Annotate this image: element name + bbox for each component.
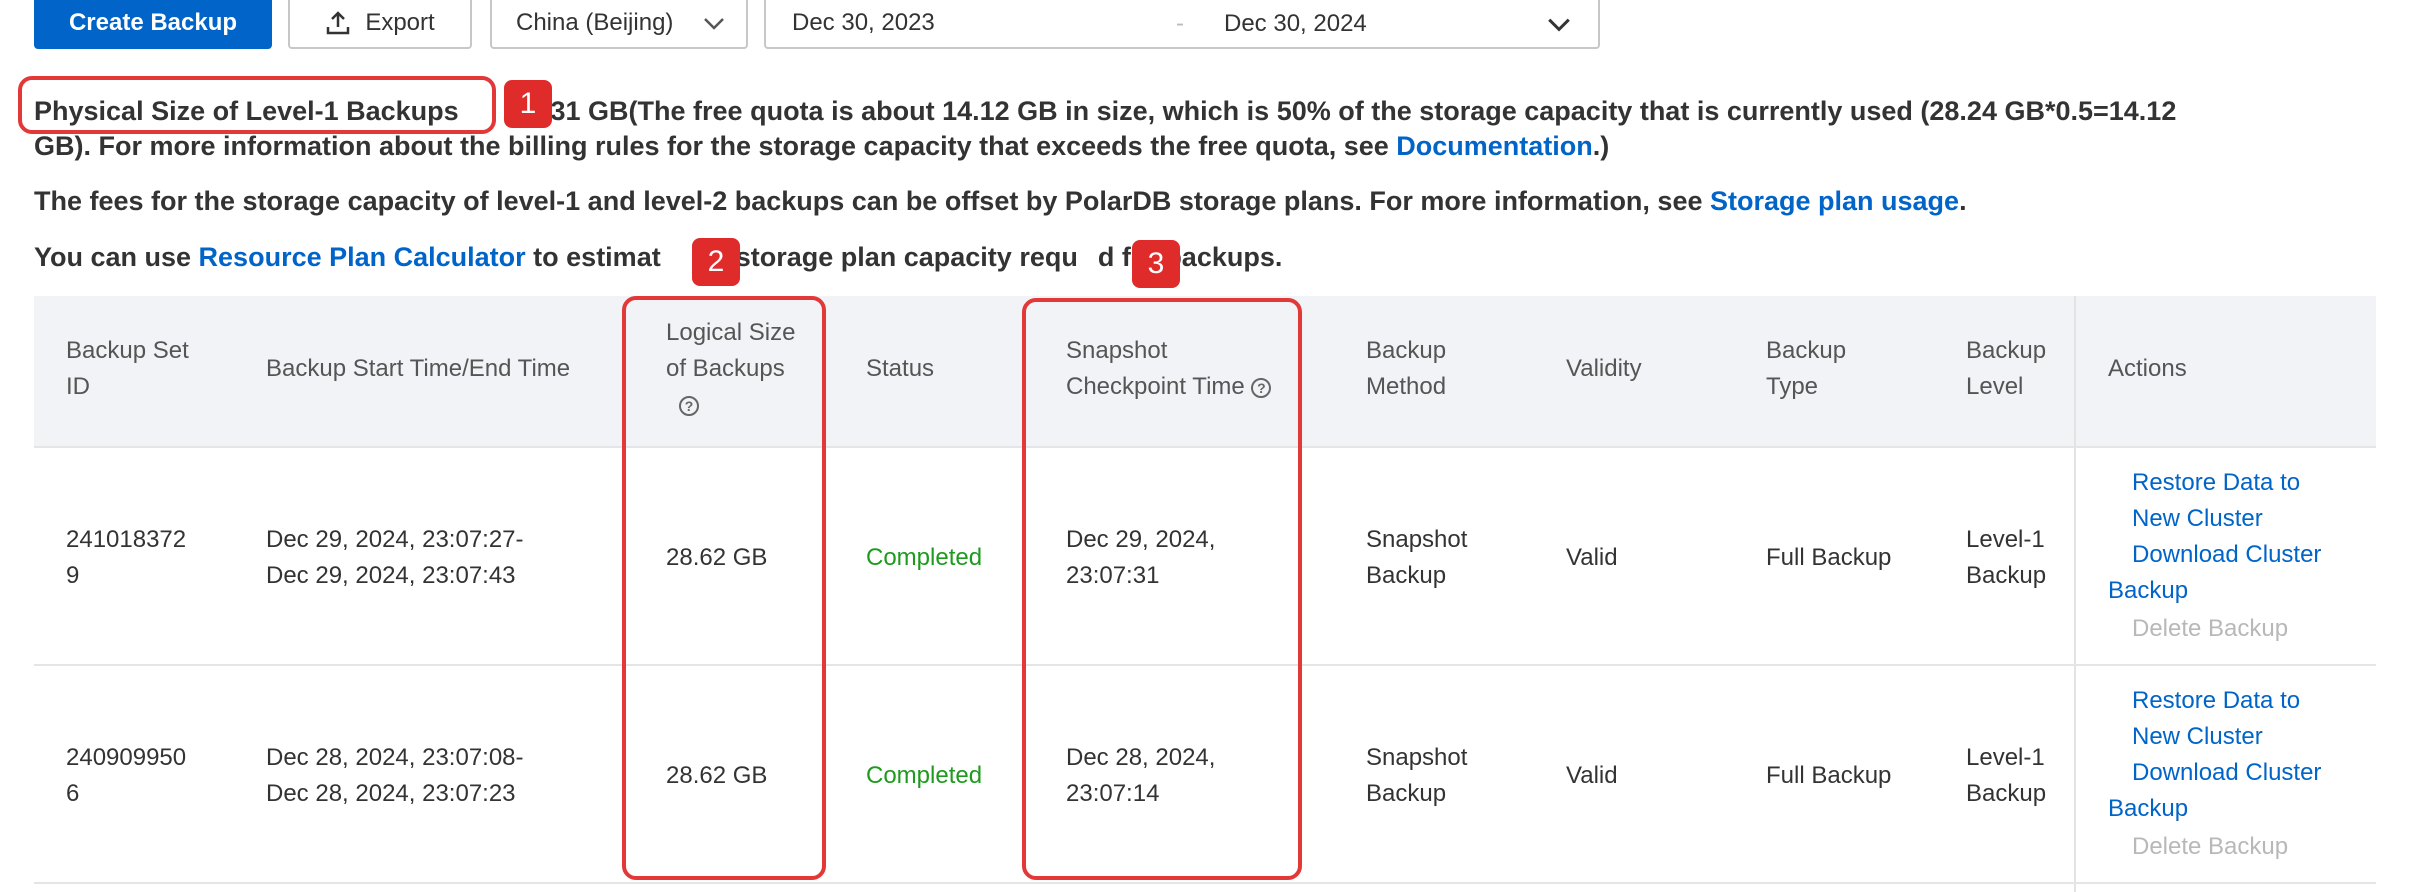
storage-plan-end: . [1959, 186, 1967, 216]
delete-backup-link[interactable]: Delete Backup [2108, 829, 2368, 865]
restore-data-link[interactable]: Restore Data to New Cluster [2108, 683, 2368, 755]
header-actions: Actions [2108, 355, 2187, 382]
cell-backup-method: Snapshot Backup [1366, 744, 1468, 807]
cell-backup-level: Level-1 Backup [1966, 744, 2047, 807]
chevron-down-icon [704, 18, 724, 30]
calculator-text-b: to estimat [525, 242, 661, 272]
documentation-link[interactable]: Documentation [1396, 131, 1593, 161]
header-backup-set-id: Backup Set ID [66, 337, 189, 400]
chevron-down-icon [1548, 18, 1570, 32]
cell-backup-type: Full Backup [1766, 762, 1892, 789]
resource-plan-calculator-link[interactable]: Resource Plan Calculator [199, 242, 526, 272]
cell-status: Completed [866, 762, 983, 789]
region-select[interactable]: China (Beijing) [490, 0, 748, 49]
toolbar: Create Backup Export China (Beijing) Dec… [0, 0, 1700, 50]
cell-backup-set-id: 240909950 6 [66, 744, 187, 807]
date-range-picker[interactable]: Dec 30, 2023 - Dec 30, 2024 [764, 0, 1600, 49]
date-start[interactable]: Dec 30, 2023 [792, 9, 935, 37]
fixed-column-divider [2074, 296, 2076, 892]
cell-backup-level: Level-1 Backup [1966, 526, 2047, 589]
calculator-info-line: You can use Resource Plan Calculator to … [34, 242, 1282, 273]
billing-info-text: GB). For more information about the bill… [34, 131, 1397, 161]
cell-status: Completed [866, 544, 983, 571]
region-value: China (Beijing) [516, 8, 674, 36]
storage-plan-text: The fees for the storage capacity of lev… [34, 186, 1710, 216]
cell-backup-method: Snapshot Backup [1366, 526, 1468, 589]
cell-actions: Restore Data to New Cluster Download Clus… [2108, 683, 2368, 865]
download-cluster-backup-link[interactable]: Download Cluster Backup [2108, 755, 2368, 827]
physical-size-description: 2.31 GB(The free quota is about 14.12 GB… [528, 96, 2177, 126]
calculator-text-d: d for backups. [1097, 242, 1283, 272]
callout-badge-3: 3 [1132, 240, 1180, 288]
storage-plan-info-line: The fees for the storage capacity of lev… [34, 186, 1967, 217]
export-icon [327, 10, 350, 34]
header-backup-type: Backup Type [1766, 337, 1847, 400]
date-end[interactable]: Dec 30, 2024 [1224, 10, 1367, 38]
cell-actions: Restore Data to New Cluster Download Clus… [2108, 465, 2368, 647]
callout-box-2 [622, 296, 826, 880]
header-backup-level: Backup Level [1966, 337, 2047, 400]
calculator-text-c: he storage plan capacity requ [696, 242, 1078, 272]
callout-badge-1: 1 [504, 80, 552, 128]
row-divider [34, 882, 2376, 884]
header-status: Status [866, 355, 935, 382]
billing-info-end: .) [1592, 131, 1610, 161]
cell-backup-type: Full Backup [1766, 544, 1892, 571]
storage-plan-usage-link[interactable]: Storage plan usage [1710, 186, 1959, 216]
cell-validity: Valid [1566, 762, 1618, 789]
date-separator: - [1176, 10, 1184, 37]
create-backup-button[interactable]: Create Backup [34, 0, 272, 49]
callout-badge-2: 2 [692, 238, 740, 286]
download-cluster-backup-link[interactable]: Download Cluster Backup [2108, 537, 2368, 609]
header-backup-time: Backup Start Time/End Time [266, 355, 571, 382]
cell-validity: Valid [1566, 544, 1618, 571]
export-label: Export [365, 8, 435, 36]
callout-box-1 [18, 76, 496, 134]
cell-backup-time: Dec 29, 2024, 23:07:27- Dec 29, 2024, 23:… [266, 526, 524, 589]
delete-backup-link[interactable]: Delete Backup [2108, 611, 2368, 647]
calculator-text-a: You can use [34, 242, 199, 272]
cell-backup-time: Dec 28, 2024, 23:07:08- Dec 28, 2024, 23:… [266, 744, 524, 807]
cell-backup-set-id: 241018372 9 [66, 526, 187, 589]
export-button[interactable]: Export [288, 0, 472, 49]
restore-data-link[interactable]: Restore Data to New Cluster [2108, 465, 2368, 537]
callout-box-3 [1022, 298, 1302, 880]
header-validity: Validity [1566, 355, 1642, 382]
header-backup-method: Backup Method [1366, 337, 1447, 400]
billing-info-line: GB). For more information about the bill… [34, 131, 1609, 162]
